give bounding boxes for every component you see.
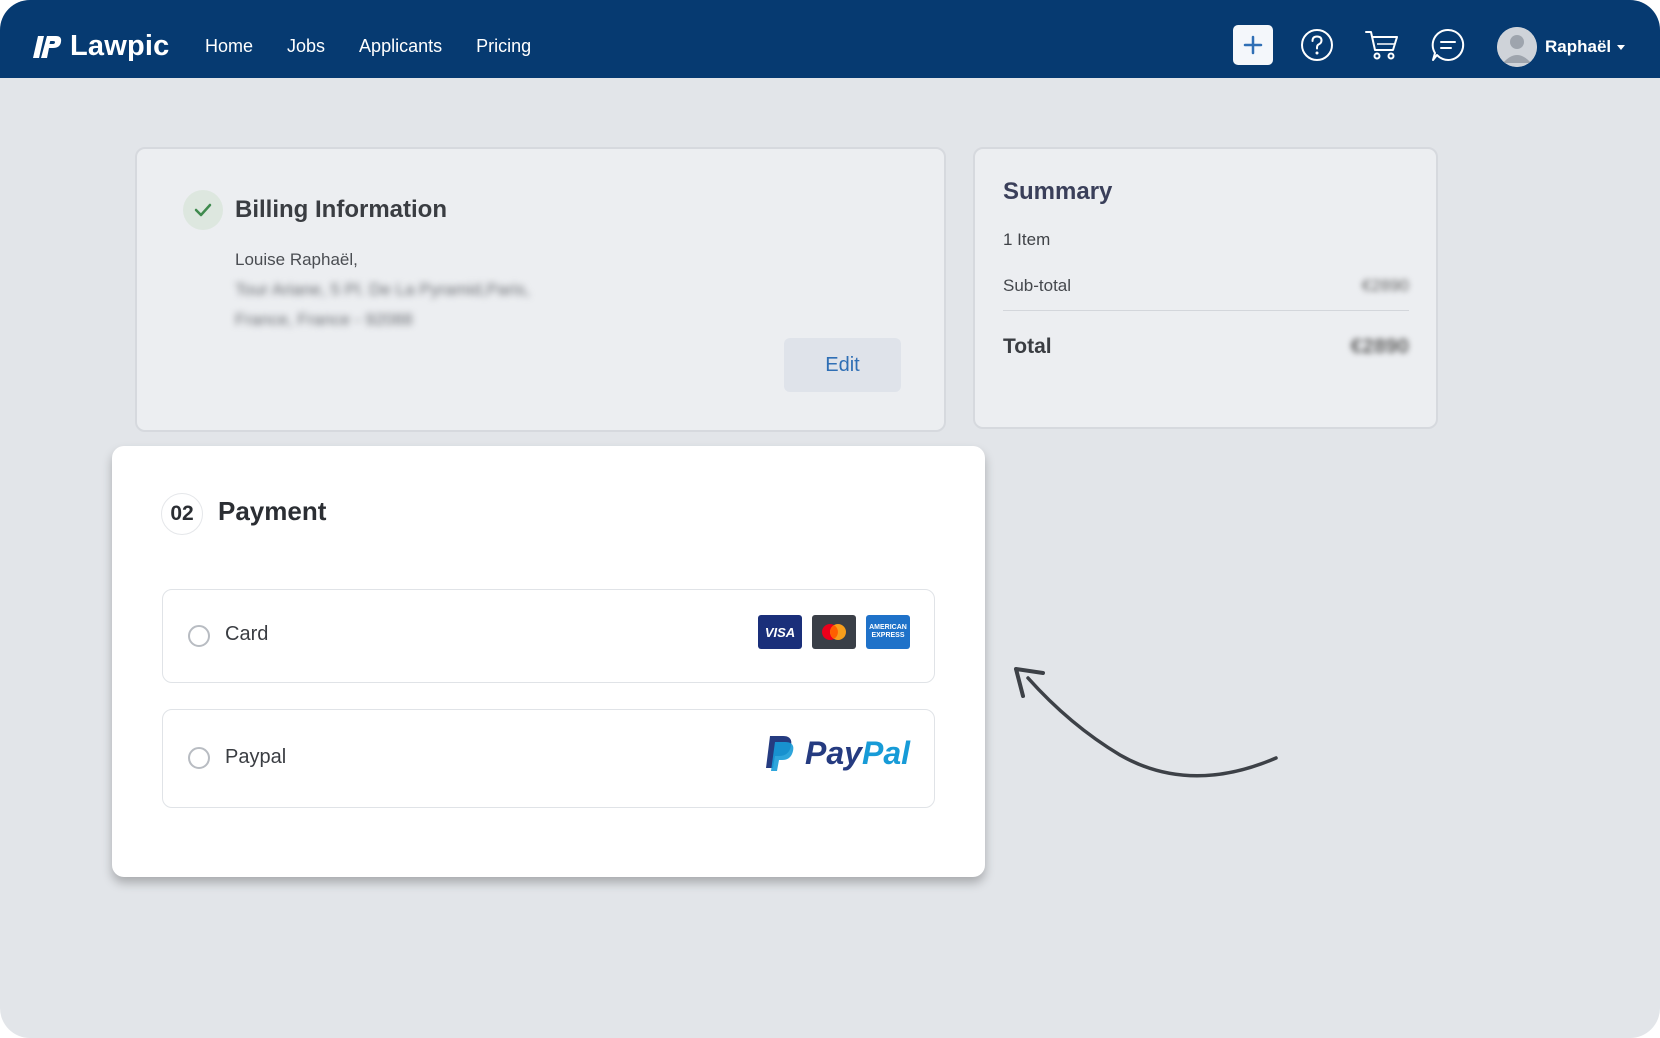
chevron-down-icon: [1617, 44, 1626, 50]
nav-applicants[interactable]: Applicants: [359, 36, 442, 57]
paypal-logo: PayPal: [765, 734, 910, 772]
mastercard-circles: [822, 624, 846, 640]
payment-card: 02 Payment Card VISA AMERICAN EXPRESS Pa…: [112, 446, 985, 877]
subtotal-row: Sub-total €2890: [1003, 276, 1409, 296]
payment-option-card[interactable]: Card VISA AMERICAN EXPRESS: [162, 589, 935, 683]
summary-card: Summary 1 Item Sub-total €2890 Total €28…: [973, 147, 1438, 429]
user-name: Raphaël: [1545, 37, 1612, 56]
brand-logo[interactable]: Lawpic: [32, 30, 170, 63]
chat-icon: [1431, 28, 1465, 61]
payment-title: Payment: [218, 496, 327, 526]
billing-card: Billing Information Louise Raphaël, Tour…: [135, 147, 946, 432]
paypal-mark-icon: [766, 736, 794, 771]
card-option-label: Card: [225, 623, 269, 645]
avatar: [1497, 27, 1537, 67]
billing-title: Billing Information: [235, 196, 447, 223]
edit-billing-button[interactable]: Edit: [784, 338, 901, 392]
user-menu[interactable]: Raphaël: [1497, 27, 1626, 67]
nav-home[interactable]: Home: [205, 36, 253, 57]
summary-item-count: 1 Item: [1003, 230, 1051, 249]
check-icon: [194, 203, 212, 217]
billing-name: Louise Raphaël,: [235, 250, 358, 269]
subtotal-label: Sub-total: [1003, 276, 1072, 295]
paypal-option-label: Paypal: [225, 746, 287, 768]
card-radio[interactable]: [188, 625, 210, 647]
total-row: Total €2890: [1003, 335, 1409, 359]
nav-jobs[interactable]: Jobs: [287, 36, 325, 57]
step-number-badge: 02: [161, 493, 203, 535]
billing-address-line2: France, France - 92088: [235, 310, 413, 329]
paypal-wordmark: PayPal: [805, 735, 910, 772]
total-value: €2890: [1350, 335, 1409, 358]
cart-button[interactable]: [1362, 25, 1402, 65]
summary-divider: [1003, 310, 1409, 311]
user-avatar-icon: [1497, 27, 1537, 67]
payment-option-paypal[interactable]: Paypal PayPal: [162, 709, 935, 808]
messages-button[interactable]: [1428, 25, 1468, 65]
paypal-radio[interactable]: [188, 747, 210, 769]
help-icon: [1301, 29, 1333, 61]
main-nav: Home Jobs Applicants Pricing: [205, 36, 531, 57]
total-label: Total: [1003, 335, 1052, 358]
pointer-arrow-icon: [1014, 667, 1278, 778]
lawpic-logo-icon: [33, 35, 62, 58]
paypal-word-pal: Pal: [861, 734, 910, 771]
subtotal-value: €2890: [1361, 276, 1409, 295]
help-button[interactable]: [1297, 25, 1337, 65]
card-brand-logos: VISA AMERICAN EXPRESS: [758, 615, 910, 649]
plus-icon: [1243, 35, 1263, 55]
paypal-word-pay: Pay: [805, 734, 862, 771]
visa-logo-icon: VISA: [758, 615, 802, 649]
billing-address-line1: Tour Ariane, 5 Pl. De La Pyramid,Paris,: [235, 280, 530, 299]
top-navbar: Lawpic Home Jobs Applicants Pricing Raph…: [0, 0, 1660, 78]
app-frame: Lawpic Home Jobs Applicants Pricing Raph…: [0, 0, 1660, 1038]
amex-logo-icon: AMERICAN EXPRESS: [866, 615, 910, 649]
summary-title: Summary: [1003, 178, 1113, 205]
brand-name: Lawpic: [70, 30, 170, 62]
nav-pricing[interactable]: Pricing: [476, 36, 531, 57]
cart-icon: [1365, 31, 1398, 60]
mastercard-logo-icon: [812, 615, 856, 649]
add-button[interactable]: [1233, 25, 1273, 65]
step-complete-badge: [183, 190, 223, 230]
